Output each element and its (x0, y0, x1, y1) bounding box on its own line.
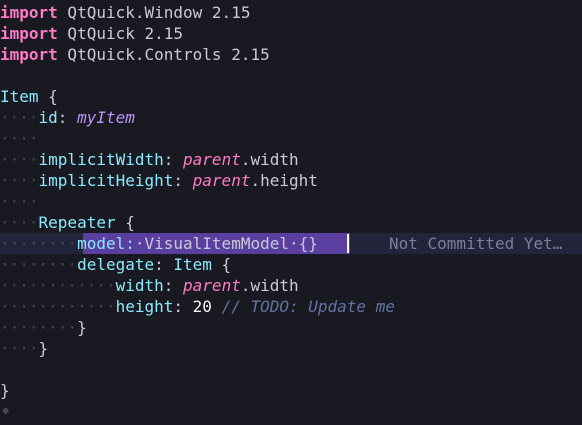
code-line[interactable]: ···· (0, 128, 582, 149)
indent-guide: ········ (0, 255, 78, 274)
code-token: { (211, 255, 232, 274)
code-line[interactable]: ············width: parent.width (0, 275, 582, 296)
code-token: : (154, 255, 174, 274)
code-token: .width (240, 150, 299, 169)
code-token: } (0, 381, 10, 400)
code-token: delegate (77, 255, 155, 274)
code-line[interactable]: import QtQuick 2.15 (0, 23, 582, 44)
code-token: } (38, 339, 49, 358)
code-token: implicitHeight (38, 171, 174, 190)
text-cursor (347, 234, 349, 253)
indent-guide: ···· (0, 192, 39, 211)
code-token: QtQuick 2.15 (57, 24, 184, 43)
code-line[interactable]: ············height: 20 // TODO: Update m… (0, 296, 582, 317)
indent-guide: ···· (0, 339, 39, 358)
code-line[interactable]: import QtQuick.Controls 2.15 (0, 44, 582, 65)
indent-guide: ········ (0, 318, 78, 337)
code-token: : (173, 171, 193, 190)
code-token: 20 (192, 297, 212, 316)
indent-guide: ···· (0, 108, 39, 127)
git-blame-annotation: Not Committed Yet… (389, 234, 563, 253)
code-token: height (115, 297, 174, 316)
code-token: myItem (77, 108, 135, 127)
code-token: Item (173, 255, 212, 274)
code-line[interactable]: } (0, 380, 582, 401)
code-token: } (77, 318, 87, 337)
code-token: .height (250, 171, 318, 190)
code-token: // TODO: Update me (221, 297, 395, 316)
code-token: parent (183, 150, 241, 169)
indent-guide: ···· (0, 213, 39, 232)
code-token: { (115, 213, 135, 232)
code-token: import (0, 45, 58, 64)
code-token: .width (240, 276, 299, 295)
code-token: implicitWidth (38, 150, 164, 169)
code-token: model: (77, 234, 135, 253)
code-token: { (38, 87, 58, 106)
indent-guide: ···· (0, 129, 39, 148)
code-line[interactable]: ········delegate: Item { (0, 254, 582, 275)
code-token: QtQuick.Window 2.15 (57, 3, 251, 22)
code-token: id (38, 108, 58, 127)
code-line[interactable]: ····Repeater { (0, 212, 582, 233)
code-token: : (57, 108, 78, 127)
code-line[interactable]: ····implicitWidth: parent.width (0, 149, 582, 170)
code-token: Item (0, 87, 39, 106)
indent-guide: ···· (0, 150, 39, 169)
code-token: QtQuick.Controls 2.15 (57, 45, 270, 64)
code-token: import (0, 24, 58, 43)
indent-guide: ············ (0, 276, 116, 295)
code-token: import (0, 3, 58, 22)
code-line[interactable]: ····} (0, 338, 582, 359)
code-token: parent (192, 171, 251, 190)
indent-guide: ········ (0, 234, 78, 253)
code-token: ·VisualItemModel·{} (134, 234, 318, 253)
code-token: Repeater (38, 213, 116, 232)
indent-guide: ···· (0, 171, 39, 190)
code-line[interactable]: ····id: myItem (0, 107, 582, 128)
code-token: : (163, 276, 184, 295)
fold-marker-icon[interactable]: ◆ (2, 403, 9, 417)
code-line[interactable] (0, 359, 582, 380)
code-line[interactable]: Item { (0, 86, 582, 107)
indent-guide: ············ (0, 297, 116, 316)
code-line[interactable]: import QtQuick.Window 2.15 (0, 2, 582, 23)
code-token: width (115, 276, 164, 295)
code-line[interactable] (0, 65, 582, 86)
code-token: : (163, 150, 184, 169)
code-line[interactable]: ········} (0, 317, 582, 338)
code-editor[interactable]: import QtQuick.Window 2.15 import QtQuick… (0, 0, 582, 425)
code-token: : (173, 297, 193, 316)
code-token: parent (183, 276, 241, 295)
code-line[interactable]: ···· (0, 191, 582, 212)
code-line[interactable]: ····implicitHeight: parent.height (0, 170, 582, 191)
